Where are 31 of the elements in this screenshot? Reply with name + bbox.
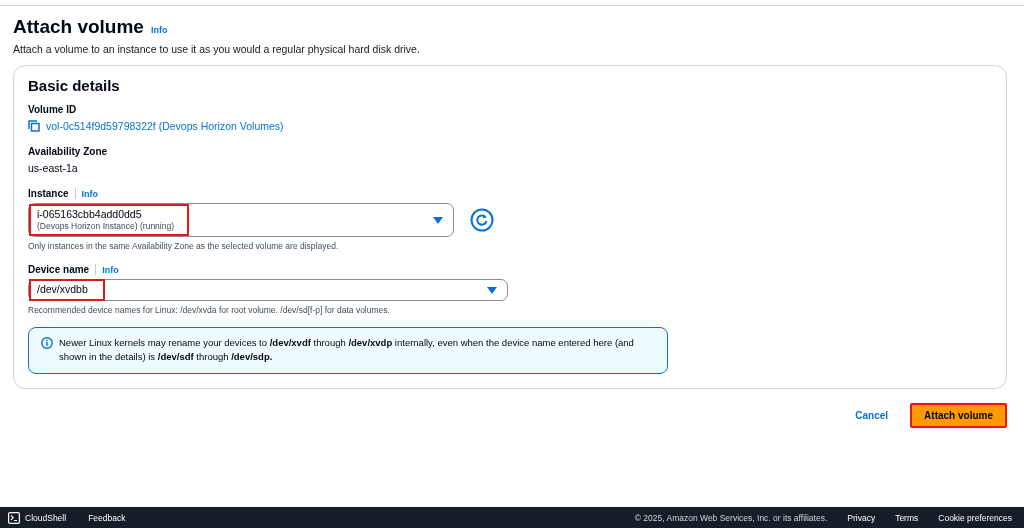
info-link[interactable]: Info <box>81 188 99 199</box>
copyright-text: © 2025, Amazon Web Services, Inc. or its affiliates. <box>634 512 828 523</box>
field-value: us-east-1a <box>28 162 79 174</box>
terminal-icon[interactable] <box>8 511 20 524</box>
info-link[interactable]: Info <box>150 25 168 35</box>
field-hint: Only instances in the same Availability Zone as the selected volume are displayed. <box>28 241 340 251</box>
footer-link[interactable]: Terms <box>895 512 919 523</box>
info-icon <box>41 337 53 349</box>
footer-link[interactable]: Feedback <box>88 512 126 523</box>
volume-link[interactable]: vol-0c514f9d59798322f (Devops Horizon Volumes) <box>46 120 284 132</box>
page-description: Attach a volume to an instance to use it as you would a regular physical hard disk drive. <box>13 43 421 55</box>
attach-volume-button[interactable]: Attach volume <box>910 402 1007 428</box>
caret-icon <box>487 286 497 294</box>
info-link[interactable]: Info <box>102 264 119 275</box>
section-title: Basic details <box>28 77 121 94</box>
refresh-icon[interactable] <box>470 208 494 232</box>
footer-link[interactable]: Cookie preferences <box>938 512 1012 523</box>
cancel-button[interactable]: Cancel <box>843 405 901 425</box>
instance-select[interactable]: i-065163cbb4add0dd5 (Devops Horizon Instance) (running) <box>28 203 454 237</box>
field-hint: Recommended device names for Linux: /dev/xvda for root volume. /dev/sd[f-p] for data volumes. <box>28 305 391 315</box>
footer-link[interactable]: Privacy <box>847 512 876 523</box>
field-label: Device name <box>28 264 90 275</box>
field-label: Availability Zone <box>28 146 109 157</box>
field-label: Volume ID <box>28 104 78 115</box>
copy-icon[interactable] <box>28 120 40 132</box>
device-select[interactable]: /dev/xvdbb <box>28 279 508 301</box>
page-title: Attach volume <box>13 16 144 38</box>
field-label: Instance <box>28 188 69 199</box>
caret-icon <box>433 216 443 224</box>
alert-text: Newer Linux kernels may rename your devices to /dev/xvdf through /dev/xvdp internally, even when the device name entered here (and shown in the details) is /dev/sdf through /dev/sdp. <box>59 336 635 365</box>
footer-link[interactable]: CloudShell <box>25 512 67 523</box>
